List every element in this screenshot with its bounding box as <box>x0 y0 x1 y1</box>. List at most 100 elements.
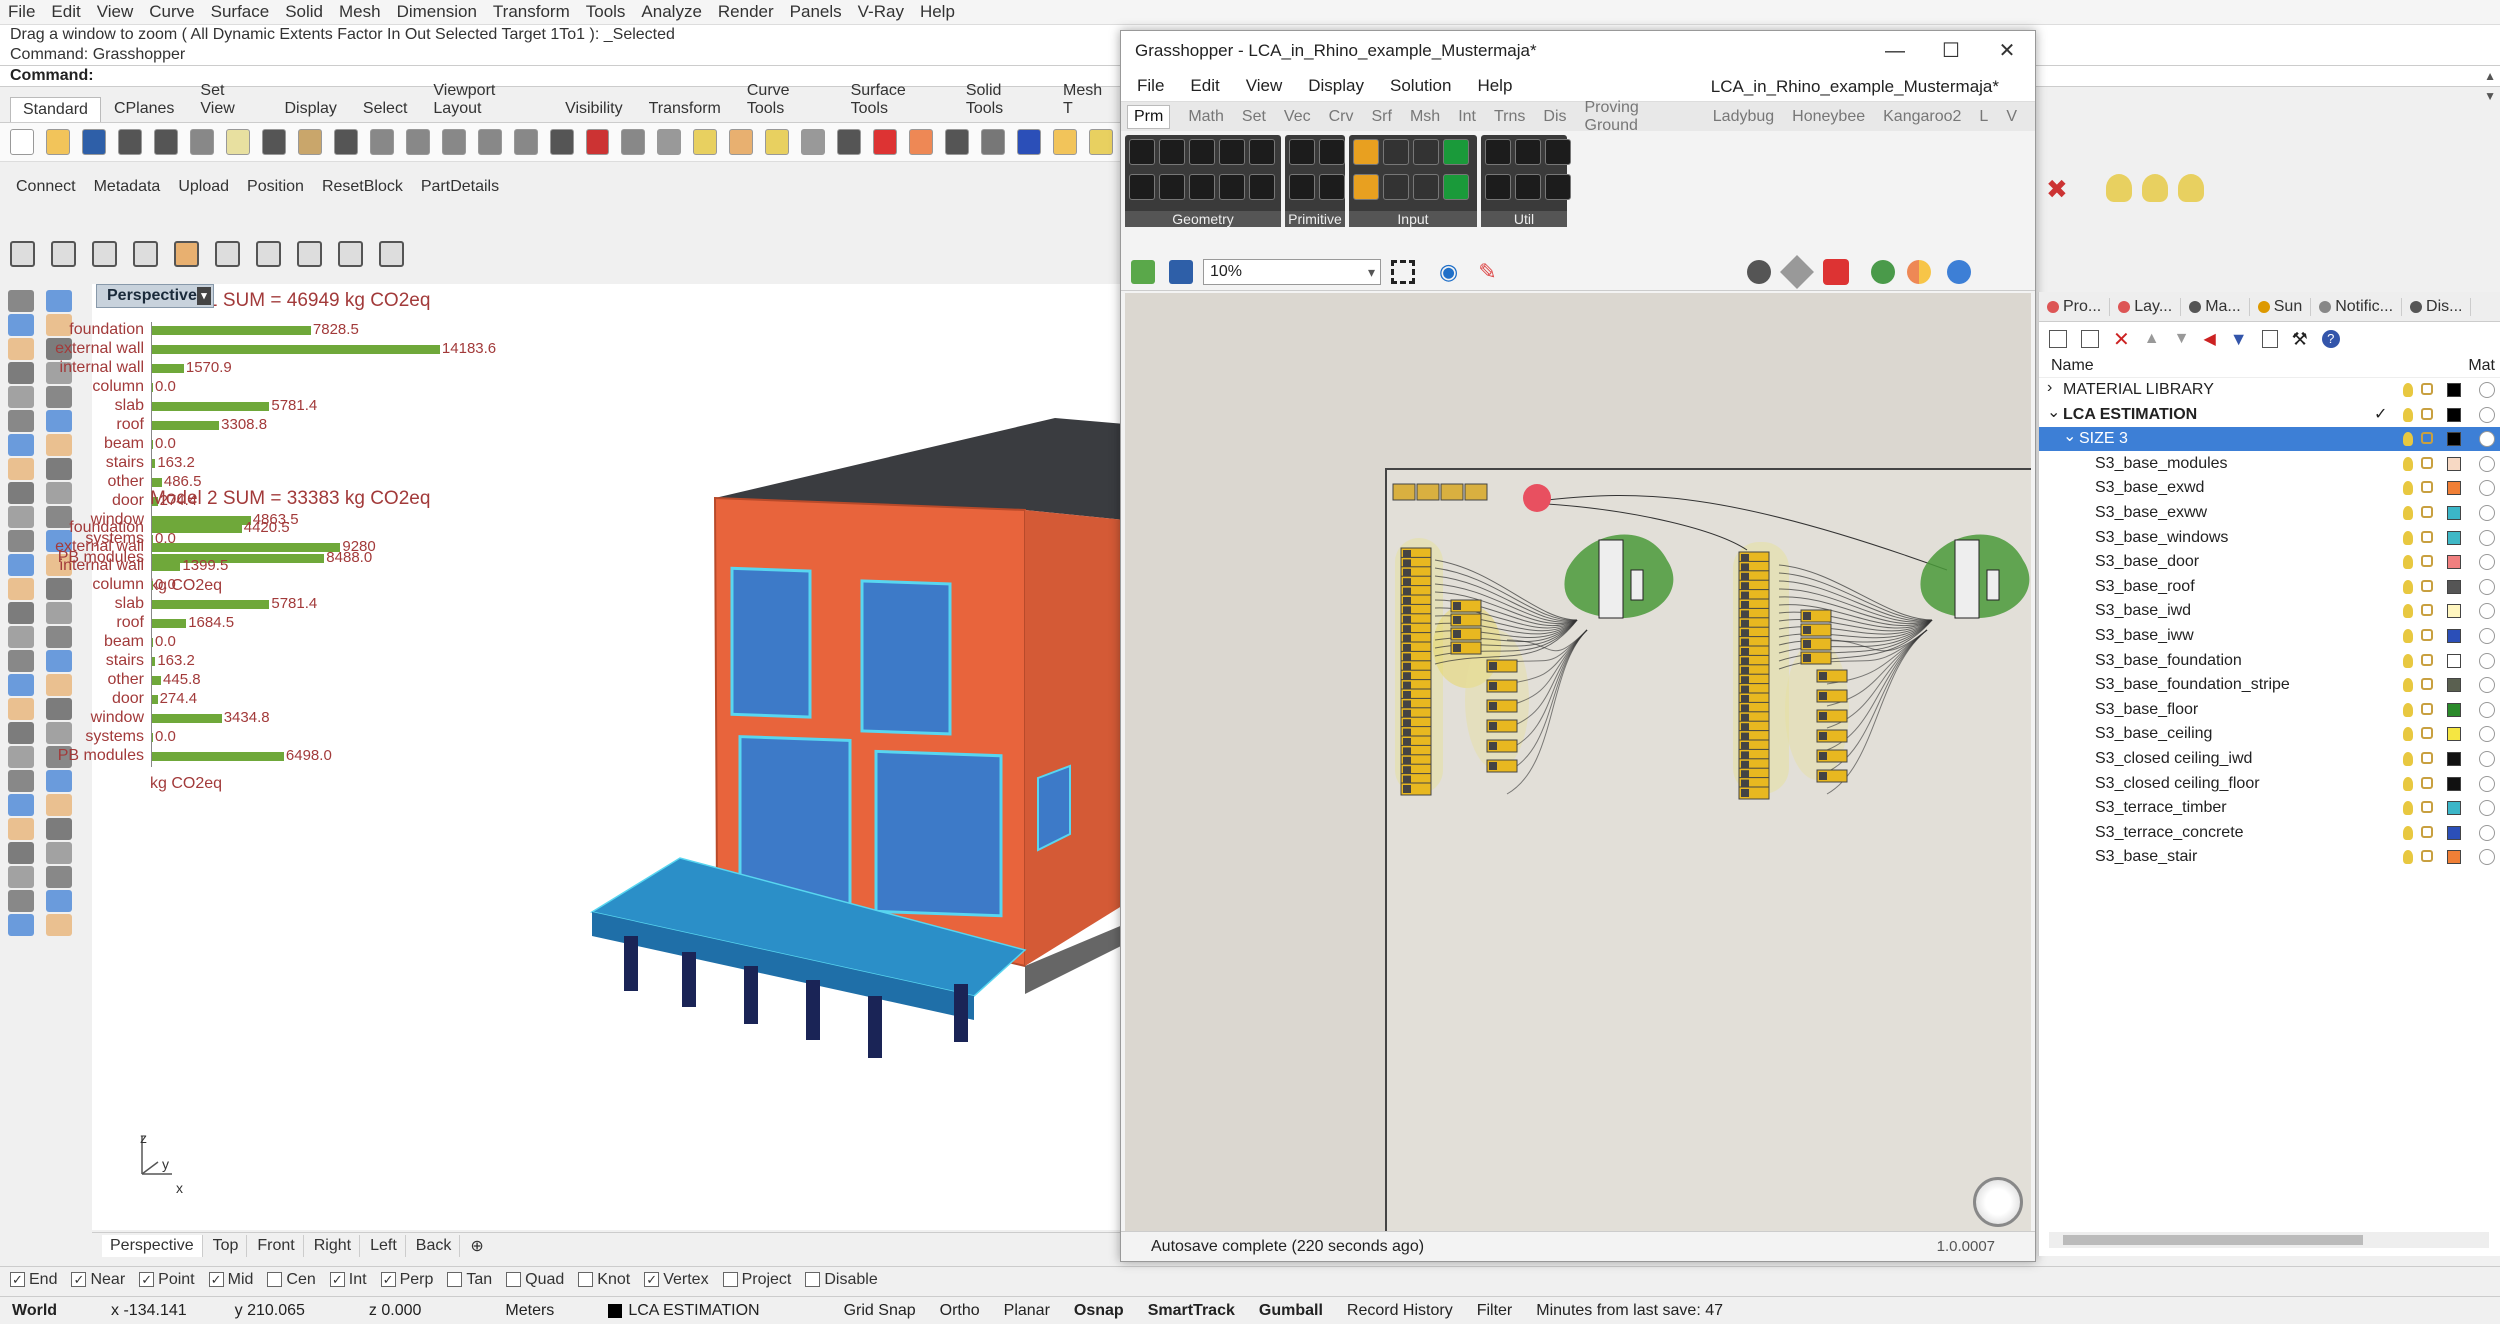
layer-row[interactable]: S3_base_floor <box>2039 698 2500 722</box>
toggle-grid-snap[interactable]: Grid Snap <box>832 1302 928 1320</box>
layer-lock-icon[interactable] <box>2421 530 2433 543</box>
layer-visibility-bulb-icon[interactable] <box>2403 579 2413 594</box>
zoom-dynamic-icon[interactable] <box>369 129 394 155</box>
viewport-tab-left[interactable]: Left <box>362 1234 406 1257</box>
gh-component-0-1-0-icon[interactable] <box>1129 174 1155 200</box>
name-column-header[interactable]: Name <box>2051 357 2094 374</box>
zoom-window-icon[interactable] <box>405 129 430 155</box>
menu-transform[interactable]: Transform <box>493 2 570 22</box>
light-bulb-icon-2[interactable] <box>2142 174 2168 202</box>
layer-row[interactable]: S3_base_iww <box>2039 624 2500 648</box>
gh-tab-proving-ground[interactable]: Proving Ground <box>1585 99 1695 135</box>
osnap-project[interactable]: Project <box>722 1271 791 1289</box>
osnap-mid[interactable]: ✓ Mid <box>208 1271 253 1289</box>
zoom-extents-icon[interactable] <box>1391 259 1415 284</box>
layer-material-swatch[interactable] <box>2479 382 2495 398</box>
layer-material-swatch[interactable] <box>2479 431 2495 448</box>
layer-visibility-bulb-icon[interactable] <box>2403 850 2413 865</box>
menu-edit[interactable]: Edit <box>51 2 80 22</box>
layer-color-swatch[interactable] <box>2447 383 2461 397</box>
menu-panels[interactable]: Panels <box>790 2 842 22</box>
left-tool-23-0-icon[interactable] <box>8 842 34 864</box>
gh-component-1-1-1-icon[interactable] <box>1319 174 1345 200</box>
osnap-cen[interactable]: Cen <box>267 1271 316 1289</box>
layer-lock-icon[interactable] <box>2421 653 2433 666</box>
copy-icon[interactable] <box>189 129 214 155</box>
panel-tab-notific[interactable]: Notific... <box>2311 297 2403 316</box>
layer-row[interactable]: S3_base_ceiling <box>2039 722 2500 746</box>
plugin-connect-button[interactable]: Connect <box>16 178 76 196</box>
layer-lock-icon[interactable] <box>2421 604 2433 617</box>
layer-lock-icon[interactable] <box>2421 481 2433 494</box>
panel-tab-pro[interactable]: Pro... <box>2039 297 2111 316</box>
gh-tab-l[interactable]: L <box>1979 108 1988 126</box>
osnap-near-checkbox[interactable]: ✓ <box>71 1272 87 1287</box>
gh-cluster-right-out[interactable] <box>1986 569 2000 601</box>
viewport-tab-top[interactable]: Top <box>205 1234 248 1257</box>
rotate-icon[interactable] <box>333 129 358 155</box>
toolbar-tab-cplanes[interactable]: CPlanes <box>101 96 187 122</box>
left-tool-26-0-icon[interactable] <box>8 914 34 936</box>
toggle-smarttrack[interactable]: SmartTrack <box>1136 1302 1247 1320</box>
osnap-knot[interactable]: Knot <box>578 1271 630 1289</box>
toolbar-tab-viewport-layout[interactable]: Viewport Layout <box>420 78 552 122</box>
perspective-viewport[interactable]: Model 1 SUM = 46949 kg CO2eq foundation 78… <box>55 284 1125 1230</box>
osnap-perp[interactable]: ✓ Perp <box>380 1271 433 1289</box>
filter-icon[interactable]: ▼ <box>2230 329 2248 350</box>
layer-lock-icon[interactable] <box>2421 702 2433 715</box>
box-tool-icon[interactable] <box>51 241 76 267</box>
collapse-chevron-icon[interactable]: ⌄ <box>2063 425 2076 449</box>
gh-component-0-1-3-icon[interactable] <box>1219 174 1245 200</box>
menu-dimension[interactable]: Dimension <box>397 2 477 22</box>
gh-tab-crv[interactable]: Crv <box>1329 108 1354 126</box>
toolbar-tab-mesh-t[interactable]: Mesh T <box>1050 78 1125 122</box>
osnap-tan-checkbox[interactable] <box>447 1272 463 1287</box>
grasshopper-canvas[interactable] <box>1125 293 2031 1235</box>
car-icon[interactable] <box>585 129 610 155</box>
layer-visibility-bulb-icon[interactable] <box>2403 752 2413 766</box>
layer-visibility-bulb-icon[interactable] <box>2403 383 2413 397</box>
layer-material-swatch[interactable] <box>2479 677 2495 694</box>
layer-material-swatch[interactable] <box>2479 554 2495 571</box>
plugin-position-button[interactable]: Position <box>247 178 304 196</box>
gh-top-component[interactable] <box>1464 483 1488 501</box>
lock-icon[interactable] <box>837 129 862 155</box>
gh-menu-edit[interactable]: Edit <box>1190 76 1219 96</box>
menu-analyze[interactable]: Analyze <box>641 2 701 22</box>
grasshopper-titlebar[interactable]: Grasshopper - LCA_in_Rhino_example_Muste… <box>1121 31 2035 71</box>
layer-row[interactable]: S3_closed ceiling_floor <box>2039 772 2500 796</box>
layer-material-swatch[interactable] <box>2479 505 2495 521</box>
panel-tab-sun[interactable]: Sun <box>2250 297 2312 316</box>
layer-material-swatch[interactable] <box>2479 701 2495 718</box>
layer-row[interactable]: S3_terrace_concrete <box>2039 821 2500 845</box>
material-icon[interactable] <box>873 129 898 155</box>
gh-menu-view[interactable]: View <box>1246 76 1283 96</box>
gh-component-3-1-1-icon[interactable] <box>1515 174 1541 200</box>
gh-ribbon-group-label[interactable]: Util <box>1481 211 1567 227</box>
navigation-compass-icon[interactable] <box>1973 1177 2023 1227</box>
pan-icon[interactable] <box>297 129 322 155</box>
gh-component-0-0-4-icon[interactable] <box>1249 139 1275 165</box>
gh-tab-vec[interactable]: Vec <box>1284 108 1311 126</box>
gh-component-2-0-3-icon[interactable] <box>1443 139 1469 165</box>
gh-component-0-0-1-icon[interactable] <box>1159 139 1185 165</box>
layer-material-swatch[interactable] <box>2479 751 2495 767</box>
layer-material-swatch[interactable] <box>2479 455 2495 472</box>
gh-cluster-right-node[interactable] <box>1954 539 1980 619</box>
layer-color-swatch[interactable] <box>2447 702 2461 717</box>
move-down-icon[interactable]: ▼ <box>2174 330 2190 348</box>
layer-visibility-bulb-icon[interactable] <box>2403 555 2413 570</box>
osnap-perp-checkbox[interactable]: ✓ <box>380 1272 396 1287</box>
move-parent-icon[interactable]: ◀ <box>2203 329 2215 349</box>
gh-top-component[interactable] <box>1392 483 1416 501</box>
tools-icon[interactable]: ⚒ <box>2292 329 2308 350</box>
gh-component-0-0-0-icon[interactable] <box>1129 139 1155 165</box>
expand-chevron-icon[interactable]: › <box>2047 376 2052 400</box>
left-tool-23-1-icon[interactable] <box>46 842 72 864</box>
osnap-vertex[interactable]: ✓ Vertex <box>644 1271 709 1289</box>
layer-row[interactable]: S3_closed ceiling_iwd <box>2039 747 2500 771</box>
layer-color-swatch[interactable] <box>2447 407 2461 422</box>
gh-menu-help[interactable]: Help <box>1477 76 1512 96</box>
layer-visibility-bulb-icon[interactable] <box>2403 481 2413 496</box>
viewport-tab-front[interactable]: Front <box>249 1234 304 1257</box>
